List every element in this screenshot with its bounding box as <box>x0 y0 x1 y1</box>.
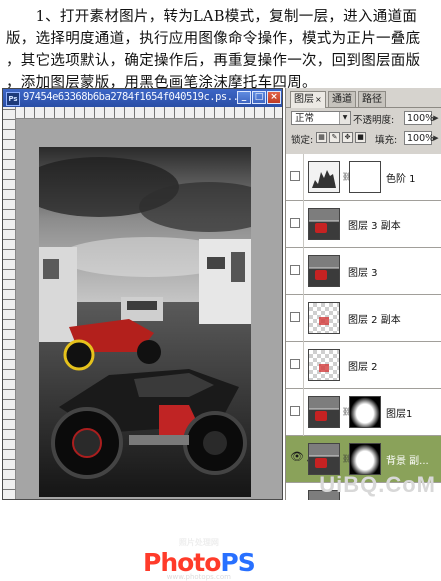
chain-link-icon[interactable]: ⛓ <box>342 407 352 417</box>
tab-channels[interactable]: 通道 <box>328 91 356 107</box>
fill-label: 填充: <box>375 135 398 146</box>
visibility-toggle[interactable] <box>290 406 300 416</box>
visibility-toggle[interactable] <box>290 359 300 369</box>
layer-name: 色阶 1 <box>386 174 416 185</box>
visibility-toggle[interactable] <box>290 171 300 181</box>
mask-thumbnail[interactable] <box>349 443 381 475</box>
chevron-down-icon[interactable]: ▼ <box>339 112 350 124</box>
visibility-toggle[interactable] <box>290 265 300 275</box>
instruction-line: ，其它选项默认，确定操作后，再重复操作一次，回到图层面版 <box>6 53 421 69</box>
tab-label: 图层 <box>294 94 314 105</box>
lock-image-icon[interactable]: ✎ <box>329 132 340 143</box>
watermark-tag: 照片处理网 <box>178 538 219 547</box>
ps-icon: Ps <box>6 92 20 106</box>
layer-thumbnail <box>308 302 340 334</box>
lock-label: 锁定: <box>291 135 314 146</box>
layer-name: 图层 2 副本 <box>348 315 401 326</box>
blend-mode-value: 正常 <box>295 113 315 124</box>
link-column <box>303 342 306 389</box>
close-button[interactable]: × <box>267 91 281 104</box>
mask-thumbnail[interactable] <box>349 161 381 193</box>
layer-name: 背景 副... <box>386 456 429 467</box>
layer-row[interactable]: ⛓ 图层1 <box>286 389 441 436</box>
layer-thumbnail <box>308 349 340 381</box>
tab-close-icon[interactable]: × <box>315 95 322 104</box>
mask-thumbnail[interactable] <box>349 396 381 428</box>
link-column <box>303 295 306 342</box>
layer-row[interactable]: ⛓ 色阶 1 <box>286 154 441 201</box>
levels-adjustment-icon <box>308 161 340 193</box>
chain-link-icon[interactable]: ⛓ <box>342 454 352 464</box>
layer-row[interactable]: 图层 3 副本 <box>286 201 441 248</box>
maximize-button[interactable]: □ <box>252 91 266 104</box>
layers-list: ⛓ 色阶 1 图层 3 副本 图层 3 图层 2 副本 图层 2 ⛓ 图层1 👁… <box>286 154 441 500</box>
tab-paths[interactable]: 路径 <box>358 91 386 107</box>
layer-row[interactable]: 图层 2 <box>286 342 441 389</box>
layers-panel: 图层× 通道 路径 正常 ▼ 不透明度: 100% ▶ 锁定: ▦ ✎ ✥ ■ … <box>285 88 441 500</box>
document-title-bar[interactable]: Ps 97454e63368b6ba2784f1654f040519c.ps..… <box>3 89 282 107</box>
visibility-toggle[interactable] <box>290 312 300 322</box>
photops-watermark: 照片处理网 PhotoPS www.photops.com <box>143 537 256 581</box>
eye-icon[interactable]: 👁 <box>290 451 304 463</box>
layer-name: 图层 2 <box>348 362 378 373</box>
lock-transparency-icon[interactable]: ▦ <box>316 132 327 143</box>
lock-all-icon[interactable]: ■ <box>355 132 366 143</box>
panel-tabs: 图层× 通道 路径 <box>286 91 441 108</box>
link-column <box>303 201 306 248</box>
link-column <box>303 248 306 295</box>
image-canvas[interactable] <box>39 147 251 497</box>
fill-arrow-icon[interactable]: ▶ <box>432 131 440 145</box>
blend-mode-select[interactable]: 正常 ▼ <box>291 111 351 125</box>
chain-link-icon[interactable]: ⛓ <box>342 172 352 182</box>
link-column <box>303 389 306 436</box>
minimize-button[interactable]: _ <box>237 91 251 104</box>
fill-input[interactable]: 100% <box>404 131 434 145</box>
vertical-ruler[interactable] <box>3 107 16 499</box>
site-watermark: UiBQ.CoM <box>286 472 441 498</box>
document-window: Ps 97454e63368b6ba2784f1654f040519c.ps..… <box>2 88 283 581</box>
horizontal-ruler[interactable] <box>15 107 282 119</box>
instruction-text: 1、打开素材图片，转为LAB模式，复制一层，进入通道面 版，选择明度通道，执行应… <box>0 0 441 91</box>
opacity-arrow-icon[interactable]: ▶ <box>432 111 440 125</box>
tab-label: 路径 <box>362 94 382 105</box>
layer-options: 正常 ▼ 不透明度: 100% ▶ 锁定: ▦ ✎ ✥ ■ 填充: 100% ▶ <box>286 110 441 154</box>
layer-thumbnail <box>308 396 340 428</box>
layer-row[interactable]: 图层 3 <box>286 248 441 295</box>
tab-label: 通道 <box>332 94 352 105</box>
layer-thumbnail <box>308 255 340 287</box>
document-filename: 97454e63368b6ba2784f1654f040519c.ps... <box>23 91 245 103</box>
opacity-label: 不透明度: <box>353 115 395 126</box>
motorcycle-photo <box>39 147 251 497</box>
layer-name: 图层 3 <box>348 268 378 279</box>
instruction-line: 版，选择明度通道，执行应用图像命令操作，模式为正片一叠底 <box>6 31 421 47</box>
visibility-toggle[interactable] <box>290 218 300 228</box>
layer-row[interactable]: 图层 2 副本 <box>286 295 441 342</box>
layer-name: 图层1 <box>386 409 413 420</box>
opacity-input[interactable]: 100% <box>404 111 434 125</box>
site-watermark-text: UiBQ.CoM <box>319 472 436 497</box>
link-column <box>303 154 306 201</box>
instruction-line: 1、打开素材图片，转为LAB模式，复制一层，进入通道面 <box>6 9 418 25</box>
layer-thumbnail <box>308 443 340 475</box>
tab-layers[interactable]: 图层× <box>290 91 326 108</box>
layer-thumbnail <box>308 208 340 240</box>
layer-name: 图层 3 副本 <box>348 221 401 232</box>
lock-position-icon[interactable]: ✥ <box>342 132 353 143</box>
